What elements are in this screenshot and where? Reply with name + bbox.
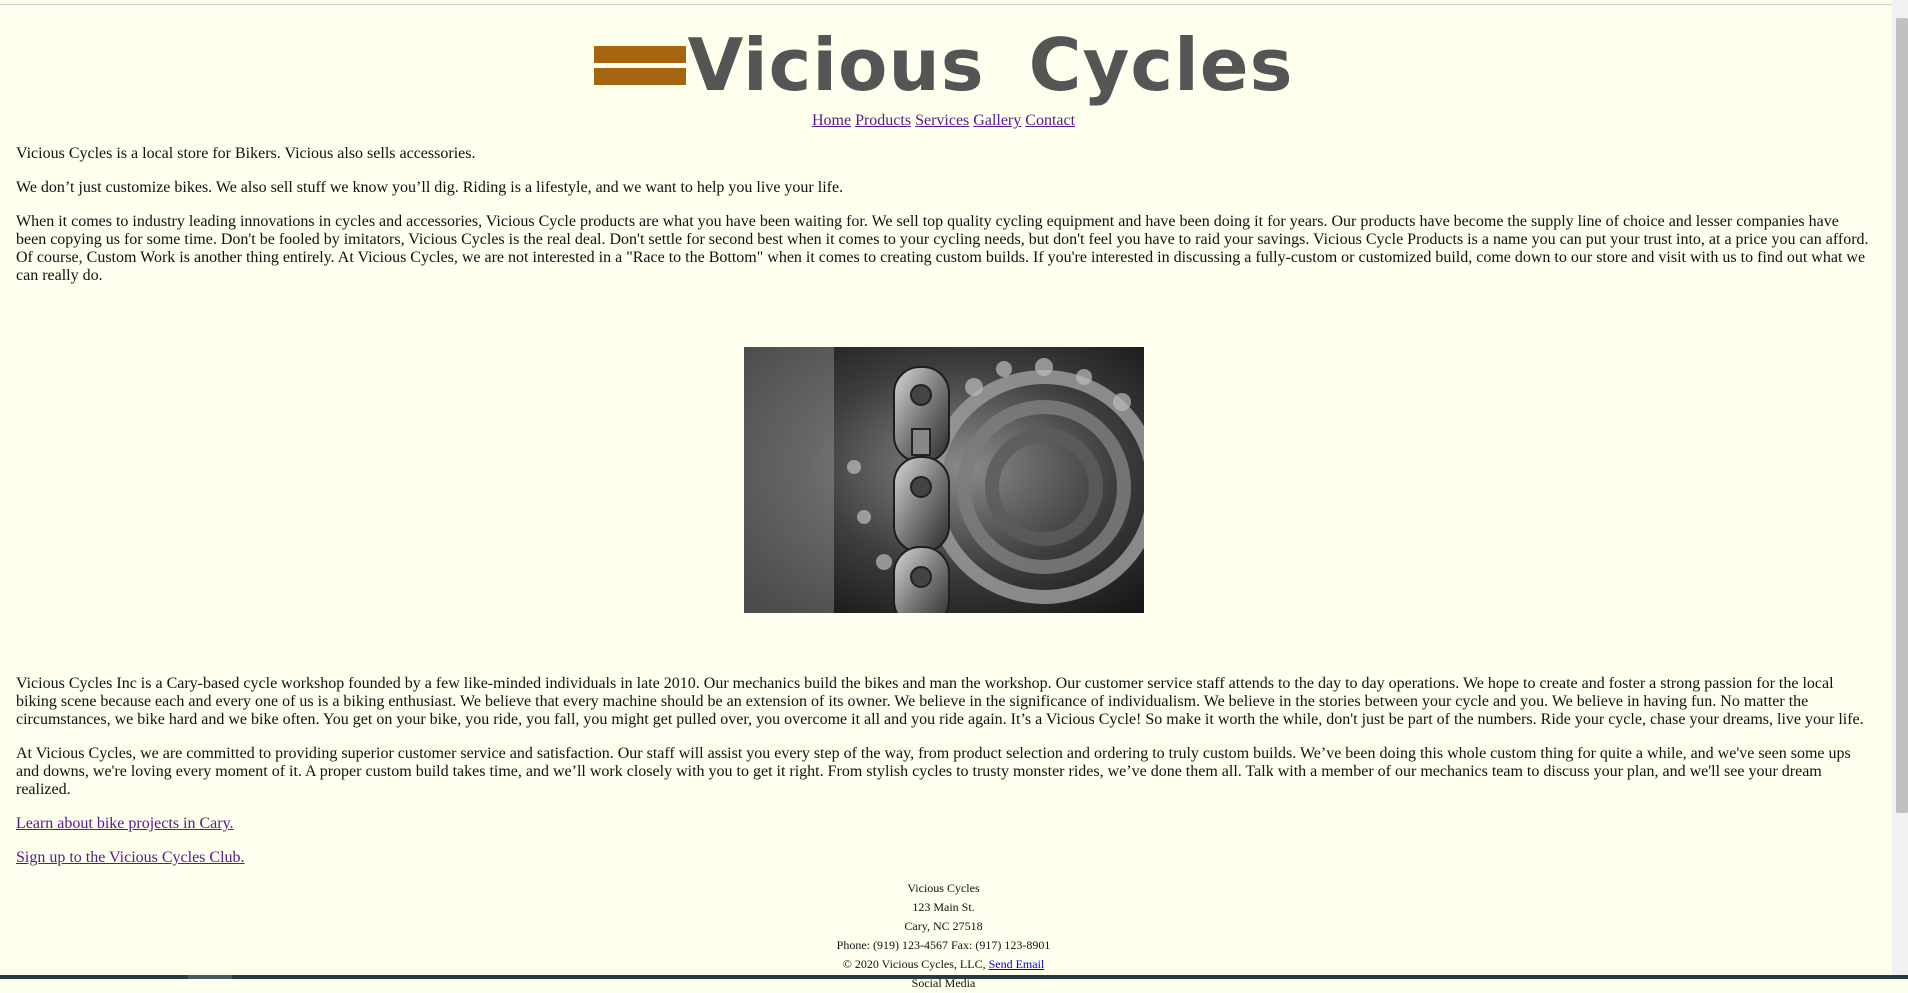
footer-street: 123 Main St.	[912, 900, 975, 914]
header: Vicious Cycles	[16, 23, 1871, 107]
nav-products-link[interactable]: Products	[855, 112, 911, 129]
footer-phones: Phone: (919) 123-4567 Fax: (917) 123-890…	[836, 938, 1051, 952]
footer-company-name: Vicious Cycles	[907, 881, 980, 895]
taskbar-tab[interactable]	[188, 975, 232, 979]
nav-contact-link[interactable]: Contact	[1025, 112, 1075, 129]
footer-copyright-line: © 2020 Vicious Cycles, LLC, Send Email	[16, 955, 1871, 974]
bike-projects-link[interactable]: Learn about bike projects in Cary.	[16, 815, 234, 832]
club-link-paragraph: Sign up to the Vicious Cycles Club.	[16, 849, 1871, 867]
nav-services-link[interactable]: Services	[915, 112, 969, 129]
nav-home-link[interactable]: Home	[812, 112, 851, 129]
intro-paragraph-2: We don’t just customize bikes. We also s…	[16, 179, 844, 196]
intro-paragraph-1: Vicious Cycles is a local store for Bike…	[16, 145, 476, 162]
logo-bars-graphic	[593, 42, 686, 88]
nav-gallery-link[interactable]: Gallery	[973, 112, 1021, 129]
bike-chain-cassette-image	[743, 347, 1144, 613]
about-paragraph-2: At Vicious Cycles, we are committed to p…	[16, 745, 1851, 798]
footer-city: Cary, NC 27518	[904, 919, 983, 933]
about-paragraph-1: Vicious Cycles Inc is a Cary-based cycle…	[16, 675, 1864, 728]
site-logo[interactable]: Vicious Cycles	[593, 23, 1294, 107]
main-nav: Home Products Services Gallery Contact	[16, 112, 1871, 130]
scrollbar-thumb[interactable]	[1896, 18, 1908, 813]
send-email-link[interactable]: Send Email	[989, 957, 1045, 971]
hero-image-container	[16, 347, 1871, 613]
taskbar-strip	[0, 975, 1908, 979]
projects-link-paragraph: Learn about bike projects in Cary.	[16, 815, 1871, 833]
logo-bar-bottom	[593, 68, 686, 85]
page-content: Vicious Cycles Home Products Services Ga…	[16, 0, 1871, 993]
club-signup-link[interactable]: Sign up to the Vicious Cycles Club.	[16, 849, 245, 866]
logo-text: Vicious Cycles	[687, 23, 1294, 107]
footer-copyright: © 2020 Vicious Cycles, LLC,	[842, 957, 986, 971]
intro-paragraph-3: When it comes to industry leading innova…	[16, 213, 1869, 284]
logo-bar-top	[593, 46, 686, 63]
